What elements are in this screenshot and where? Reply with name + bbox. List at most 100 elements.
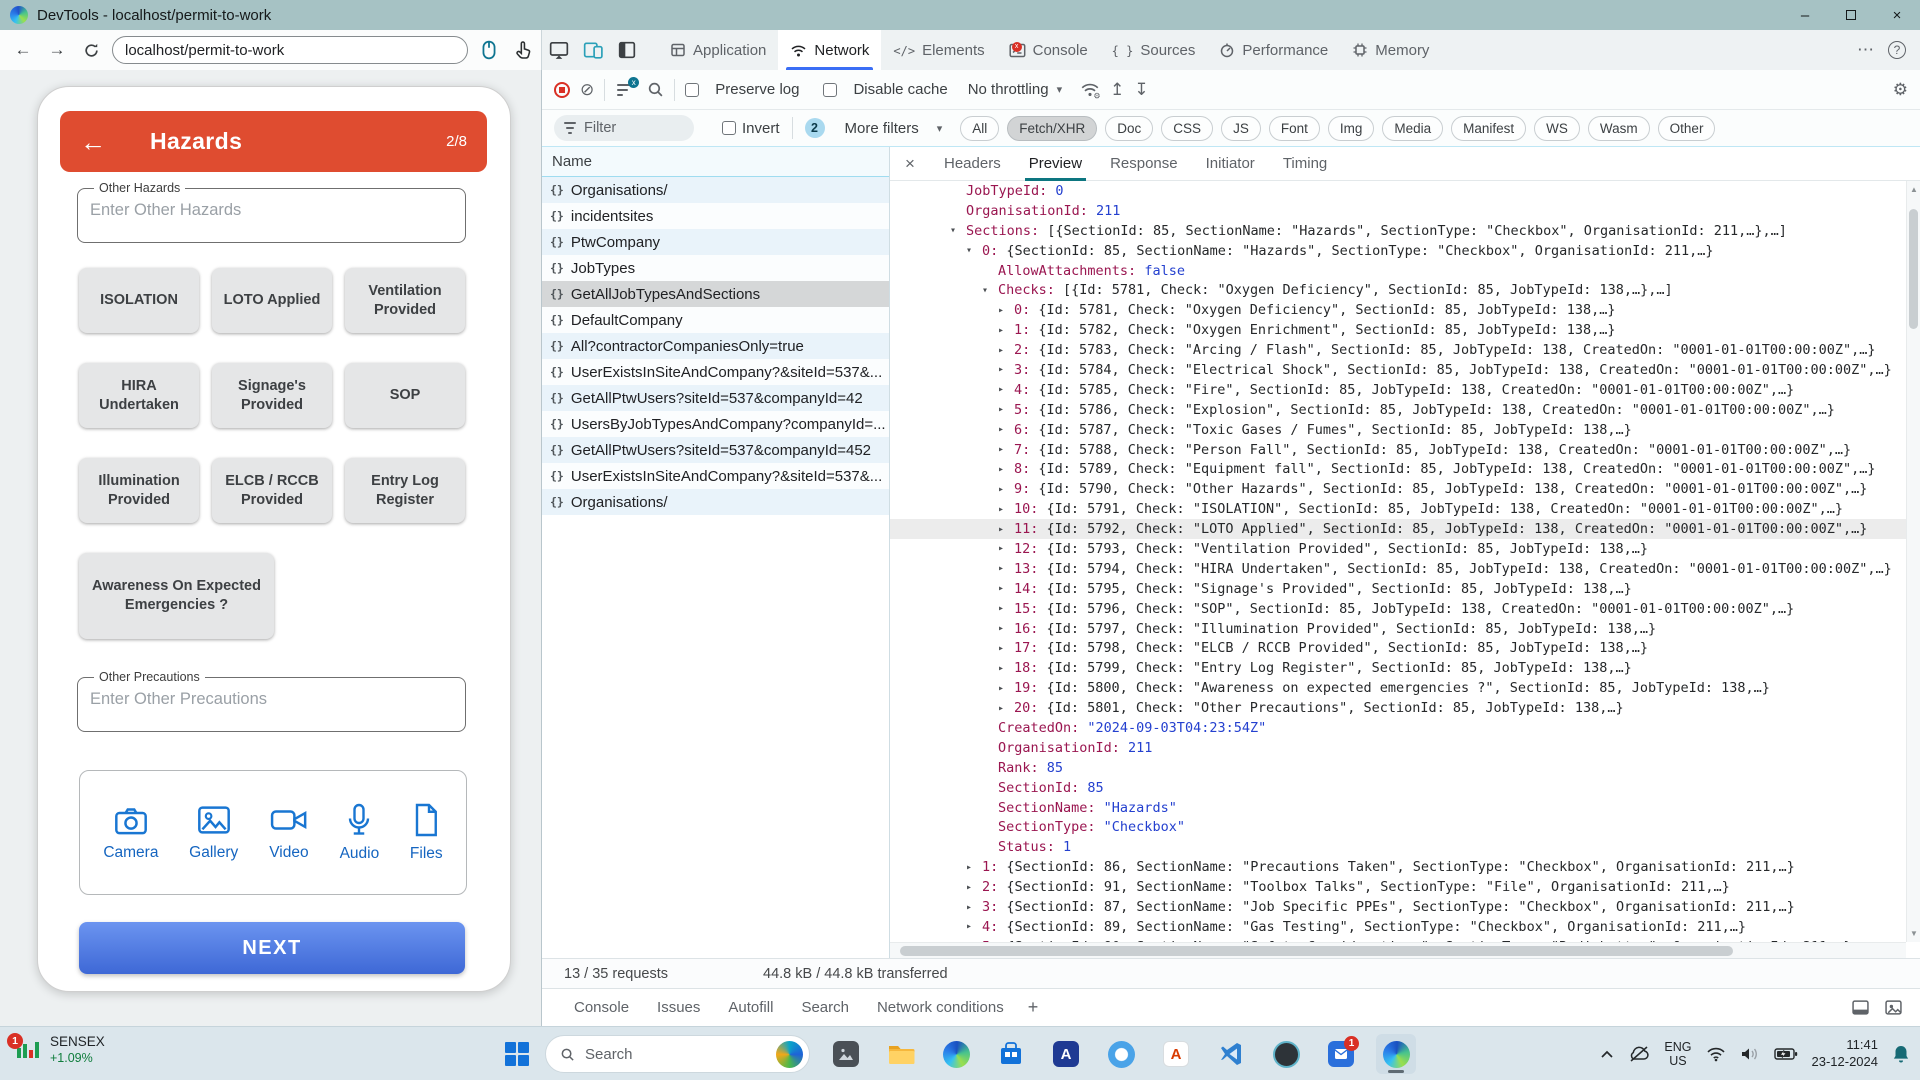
media-button-gallery[interactable]: Gallery [189, 803, 238, 862]
json-tree-line[interactable]: ▸1: {SectionId: 86, SectionName: "Precau… [890, 857, 1906, 877]
json-tree-line[interactable]: ▸4: {SectionId: 89, SectionName: "Gas Te… [890, 917, 1906, 937]
json-tree-line[interactable]: CreatedOn: "2024-09-03T04:23:54Z" [890, 718, 1906, 738]
request-row[interactable]: {}UserExistsInSiteAndCompany?&siteId=537… [542, 359, 889, 385]
other-hazards-field[interactable]: Other Hazards Enter Other Hazards [77, 181, 466, 243]
hazard-button-hira-undertaken[interactable]: HIRA Undertaken [79, 363, 199, 428]
triangle-right-icon[interactable]: ▸ [998, 444, 1014, 455]
more-filters-label[interactable]: More filters [845, 120, 919, 137]
triangle-right-icon[interactable]: ▸ [998, 643, 1014, 654]
vertical-scrollbar[interactable]: ▲ ▼ [1906, 181, 1920, 942]
dock-bottom-icon[interactable] [1852, 1000, 1869, 1015]
clear-network-log-icon[interactable]: ⊘ [580, 81, 594, 98]
json-tree-line[interactable]: ▸14: {Id: 5795, Check: "Signage's Provid… [890, 579, 1906, 599]
triangle-right-icon[interactable]: ▸ [966, 921, 982, 932]
tab-performance[interactable]: Performance [1207, 30, 1340, 70]
detail-tab-headers[interactable]: Headers [930, 147, 1015, 181]
triangle-right-icon[interactable]: ▸ [998, 663, 1014, 674]
detail-tab-timing[interactable]: Timing [1269, 147, 1341, 181]
reload-button[interactable] [78, 37, 104, 63]
volume-icon[interactable] [1740, 1046, 1760, 1062]
triangle-right-icon[interactable]: ▸ [998, 563, 1014, 574]
taskbar-search[interactable]: Search [545, 1035, 810, 1073]
triangle-right-icon[interactable]: ▸ [998, 703, 1014, 714]
tab-console[interactable]: xConsole [997, 30, 1100, 70]
filter-chip-img[interactable]: Img [1328, 116, 1375, 141]
filter-input[interactable]: Filter [554, 115, 694, 141]
language-indicator[interactable]: ENG US [1664, 1040, 1691, 1069]
request-row[interactable]: {}GetAllJobTypesAndSections [542, 281, 889, 307]
json-tree-line[interactable]: ▸1: {Id: 5782, Check: "Oxygen Enrichment… [890, 320, 1906, 340]
hazard-button-ventilation-provided[interactable]: Ventilation Provided [345, 268, 465, 333]
json-tree-line[interactable]: ▸6: {Id: 5787, Check: "Toxic Gases / Fum… [890, 420, 1906, 440]
notifications-bell-icon[interactable] [1892, 1044, 1910, 1064]
back-button[interactable]: ← [10, 37, 36, 63]
invert-checkbox[interactable] [722, 121, 736, 135]
triangle-right-icon[interactable]: ▸ [998, 524, 1014, 535]
back-arrow-icon[interactable]: ← [80, 129, 106, 155]
triangle-right-icon[interactable]: ▸ [998, 345, 1014, 356]
red-a-tile-icon[interactable]: A [1156, 1034, 1196, 1074]
triangle-down-icon[interactable]: ▾ [982, 285, 998, 296]
json-tree-line[interactable]: ▸3: {Id: 5784, Check: "Electrical Shock"… [890, 360, 1906, 380]
photos-app-icon[interactable] [826, 1034, 866, 1074]
triangle-right-icon[interactable]: ▸ [998, 384, 1014, 395]
json-tree-line[interactable]: ▸12: {Id: 5793, Check: "Ventilation Prov… [890, 539, 1906, 559]
other-precautions-field[interactable]: Other Precautions Enter Other Precaution… [77, 670, 466, 732]
media-button-files[interactable]: Files [410, 802, 443, 863]
dark-circle-app-icon[interactable] [1266, 1034, 1306, 1074]
filter-chip-manifest[interactable]: Manifest [1451, 116, 1526, 141]
json-tree-line[interactable]: AllowAttachments: false [890, 261, 1906, 281]
json-tree-line[interactable]: ▸2: {SectionId: 91, SectionName: "Toolbo… [890, 877, 1906, 897]
triangle-right-icon[interactable]: ▸ [998, 404, 1014, 415]
triangle-right-icon[interactable]: ▸ [998, 683, 1014, 694]
json-tree-line[interactable]: ▸7: {Id: 5788, Check: "Person Fall", Sec… [890, 440, 1906, 460]
triangle-right-icon[interactable]: ▸ [966, 862, 982, 873]
cloud-off-icon[interactable] [1628, 1045, 1650, 1063]
add-drawer-tab-icon[interactable]: + [1028, 997, 1039, 1018]
triangle-down-icon[interactable]: ▾ [966, 245, 982, 256]
navy-a-tile-icon[interactable]: A [1046, 1034, 1086, 1074]
detail-tab-response[interactable]: Response [1096, 147, 1192, 181]
drawer-tab-network-conditions[interactable]: Network conditions [863, 999, 1018, 1016]
device-toolbar-icon[interactable] [578, 35, 608, 65]
throttling-select[interactable]: No throttling ▾ [968, 81, 1062, 98]
triangle-right-icon[interactable]: ▸ [998, 364, 1014, 375]
hazard-button-signage-s-provided[interactable]: Signage's Provided [212, 363, 332, 428]
detail-tab-initiator[interactable]: Initiator [1192, 147, 1269, 181]
triangle-right-icon[interactable]: ▸ [998, 484, 1014, 495]
json-tree-line[interactable]: ▸3: {SectionId: 87, SectionName: "Job Sp… [890, 897, 1906, 917]
request-row[interactable]: {}GetAllPtwUsers?siteId=537&companyId=45… [542, 437, 889, 463]
file-explorer-icon[interactable] [881, 1034, 921, 1074]
chevron-up-icon[interactable] [1600, 1049, 1614, 1059]
json-tree-line[interactable]: ▸2: {Id: 5783, Check: "Arcing / Flash", … [890, 340, 1906, 360]
request-row[interactable]: {}UsersByJobTypesAndCompany?companyId=..… [542, 411, 889, 437]
tab-application[interactable]: Application [658, 30, 778, 70]
tab-elements[interactable]: </>Elements [881, 30, 996, 70]
tab-memory[interactable]: Memory [1340, 30, 1441, 70]
url-bar[interactable]: localhost/permit-to-work [112, 36, 468, 64]
notification-app-icon[interactable]: 1 [1321, 1034, 1361, 1074]
hazard-button-elcb-rccb-provided[interactable]: ELCB / RCCB Provided [212, 458, 332, 523]
triangle-down-icon[interactable]: ▾ [950, 225, 966, 236]
next-button[interactable]: NEXT [79, 922, 465, 974]
json-tree-line[interactable]: OrganisationId: 211 [890, 201, 1906, 221]
filter-toggle-icon[interactable]: x [615, 80, 637, 100]
filter-chip-all[interactable]: All [960, 116, 999, 141]
json-tree-line[interactable]: ▸0: {Id: 5781, Check: "Oxygen Deficiency… [890, 300, 1906, 320]
json-tree-line[interactable]: ▸8: {Id: 5789, Check: "Equipment fall", … [890, 459, 1906, 479]
wifi-icon[interactable] [1706, 1046, 1726, 1062]
request-row[interactable]: {}Organisations/ [542, 177, 889, 203]
media-button-camera[interactable]: Camera [103, 803, 158, 862]
request-row[interactable]: {}incidentsites [542, 203, 889, 229]
disable-cache-checkbox[interactable] [823, 83, 837, 97]
triangle-right-icon[interactable]: ▸ [998, 504, 1014, 515]
json-tree-line[interactable]: ▸10: {Id: 5791, Check: "ISOLATION", Sect… [890, 499, 1906, 519]
import-har-icon[interactable]: ↥ [1110, 81, 1124, 98]
hazard-button-illumination-provided[interactable]: Illumination Provided [79, 458, 199, 523]
json-tree-line[interactable]: ▸18: {Id: 5799, Check: "Entry Log Regist… [890, 658, 1906, 678]
microsoft-store-icon[interactable] [991, 1034, 1031, 1074]
scrollbar-thumb[interactable] [900, 946, 1733, 956]
vscode-icon[interactable] [1211, 1034, 1251, 1074]
close-button[interactable]: × [1874, 0, 1920, 30]
json-tree-line[interactable]: Status: 1 [890, 837, 1906, 857]
